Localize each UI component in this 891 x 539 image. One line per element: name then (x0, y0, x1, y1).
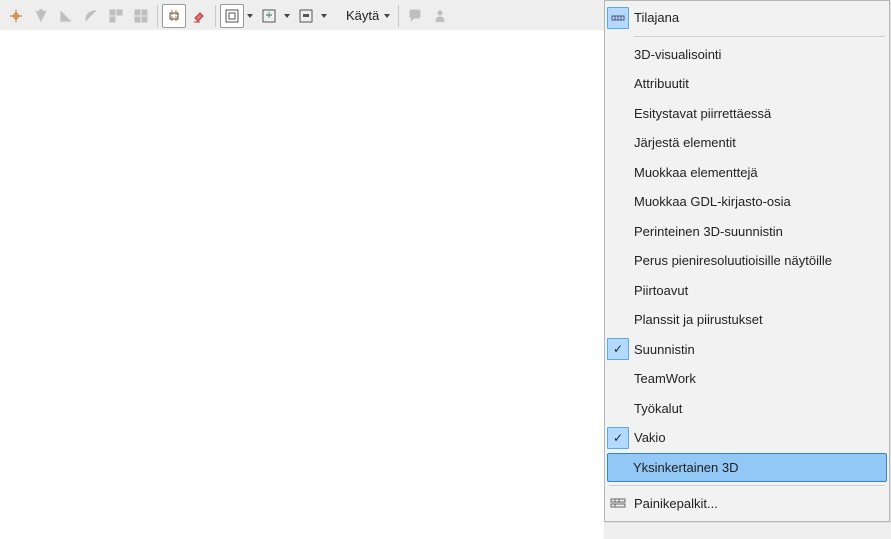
dropdown-arrow-icon[interactable] (318, 4, 330, 28)
menu-item-label: Muokkaa elementtejä (632, 165, 887, 180)
menu-item-label: TeamWork (632, 371, 887, 386)
menu-item-label: Tilajana (632, 10, 887, 25)
menu-item-perus-pieniresoluutio[interactable]: Perus pieniresoluutioisille näytöille (607, 246, 887, 276)
menu-item-planssit[interactable]: Planssit ja piirustukset (607, 305, 887, 335)
snap-corner-icon[interactable] (54, 4, 78, 28)
menu-check-placeholder (607, 102, 629, 124)
menu-item-esitystavat[interactable]: Esitystavat piirrettäessä (607, 99, 887, 129)
chat-icon[interactable] (403, 4, 427, 28)
menu-item-yksinkertainen-3d[interactable]: Yksinkertainen 3D (607, 453, 887, 483)
menu-item-label: Planssit ja piirustukset (632, 312, 887, 327)
apply-dropdown-button[interactable]: Käytä (338, 4, 394, 28)
menu-separator (634, 36, 885, 37)
menu-item-teamwork[interactable]: TeamWork (607, 364, 887, 394)
menu-item-label: Suunnistin (632, 342, 887, 357)
menu-item-label: Perinteinen 3D-suunnistin (632, 224, 887, 239)
menu-item-label: Attribuutit (632, 76, 887, 91)
menu-item-label: 3D-visualisointi (632, 47, 887, 62)
view-nested-icon[interactable] (220, 4, 244, 28)
workspace-canvas[interactable] (0, 30, 604, 539)
menu-item-tilajana[interactable]: Tilajana (607, 3, 887, 33)
apply-label: Käytä (346, 8, 379, 23)
menu-check-placeholder (607, 132, 629, 154)
menu-item-3d-visualisointi[interactable]: 3D-visualisointi (607, 40, 887, 70)
menu-item-attribuutit[interactable]: Attribuutit (607, 69, 887, 99)
menu-item-label: Perus pieniresoluutioisille näytöille (632, 253, 887, 268)
menu-check-placeholder (607, 279, 629, 301)
menu-item-label: Painikepalkit... (632, 496, 887, 511)
menu-item-muokkaa-gdl[interactable]: Muokkaa GDL-kirjasto-osia (607, 187, 887, 217)
menu-item-tyokalut[interactable]: Työkalut (607, 394, 887, 424)
menu-item-perinteinen-3d[interactable]: Perinteinen 3D-suunnistin (607, 217, 887, 247)
toolbar-separator (398, 5, 399, 27)
crop-view-icon[interactable] (257, 4, 281, 28)
menu-item-suunnistin[interactable]: Suunnistin (607, 335, 887, 365)
menu-item-painikepalkit[interactable]: Painikepalkit... (607, 489, 887, 519)
menu-check-placeholder (607, 191, 629, 213)
menu-check-placeholder (607, 250, 629, 272)
menu-item-jarjesta-elementit[interactable]: Järjestä elementit (607, 128, 887, 158)
menu-item-muokkaa-elementteja[interactable]: Muokkaa elementtejä (607, 158, 887, 188)
checkmark-icon (607, 427, 629, 449)
dropdown-arrow-icon[interactable] (244, 4, 256, 28)
menu-check-placeholder (607, 220, 629, 242)
menu-item-piirtoavut[interactable]: Piirtoavut (607, 276, 887, 306)
guideline-toggle-icon[interactable] (162, 4, 186, 28)
timeline-icon (607, 7, 629, 29)
menu-check-placeholder (607, 309, 629, 331)
menu-item-label: Järjestä elementit (632, 135, 887, 150)
menu-check-placeholder (607, 43, 629, 65)
menu-separator (609, 485, 885, 486)
person-icon[interactable] (428, 4, 452, 28)
chevron-down-icon (383, 12, 391, 20)
snap-arc-icon[interactable] (79, 4, 103, 28)
dropdown-arrow-icon[interactable] (281, 4, 293, 28)
menu-check-placeholder (607, 368, 629, 390)
snap-grid-icon[interactable] (129, 4, 153, 28)
menu-check-placeholder (607, 73, 629, 95)
menu-check-placeholder (607, 397, 629, 419)
menu-item-label: Yksinkertainen 3D (632, 460, 886, 475)
menu-item-label: Piirtoavut (632, 283, 887, 298)
eraser-icon[interactable] (187, 4, 211, 28)
menu-item-vakio[interactable]: Vakio (607, 423, 887, 453)
toolbar-separator (215, 5, 216, 27)
toolbars-icon (607, 493, 629, 515)
menu-item-label: Vakio (632, 430, 887, 445)
menu-check-placeholder (608, 456, 629, 478)
menu-item-label: Muokkaa GDL-kirjasto-osia (632, 194, 887, 209)
checkmark-icon (607, 338, 629, 360)
toolbar-context-menu: Tilajana 3D-visualisointi Attribuutit Es… (604, 0, 890, 522)
snap-blocks-icon[interactable] (104, 4, 128, 28)
frame-label-icon[interactable] (294, 4, 318, 28)
snap-point-icon[interactable] (4, 4, 28, 28)
menu-check-placeholder (607, 161, 629, 183)
toolbar-separator (157, 5, 158, 27)
menu-item-label: Esitystavat piirrettäessä (632, 106, 887, 121)
snap-vertex-icon[interactable] (29, 4, 53, 28)
menu-item-label: Työkalut (632, 401, 887, 416)
